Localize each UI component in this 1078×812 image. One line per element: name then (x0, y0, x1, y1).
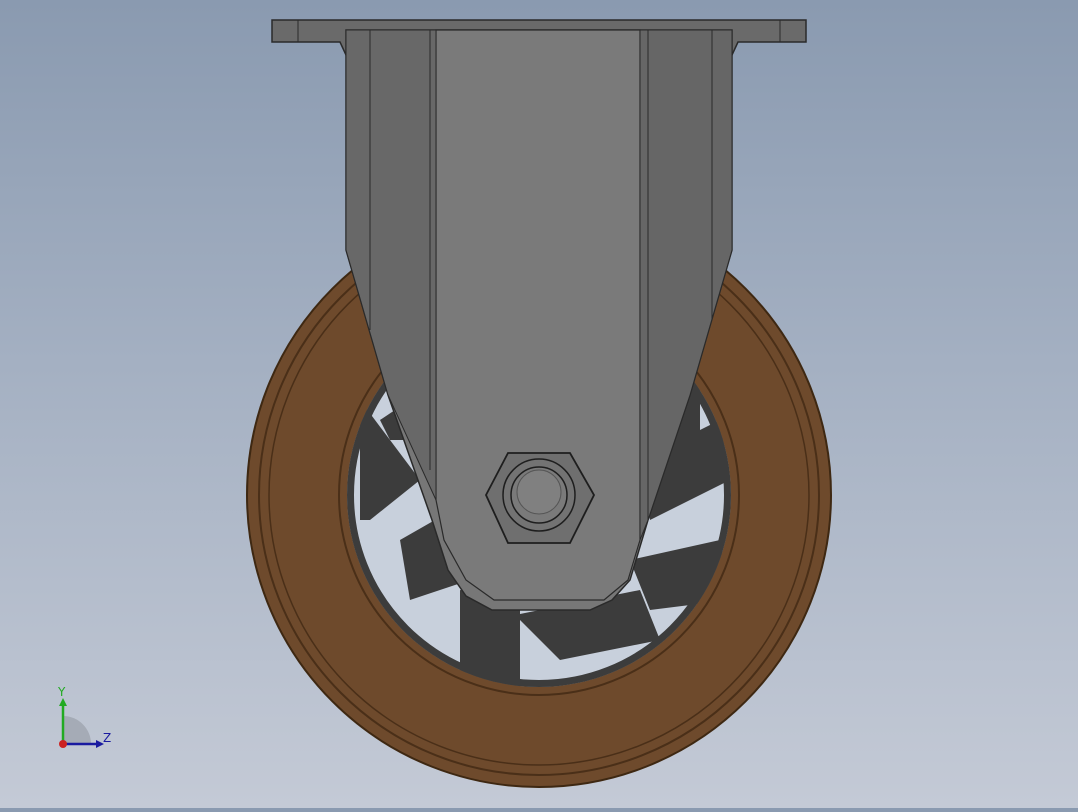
z-axis-label: Z (103, 731, 111, 745)
y-axis-label: Y (57, 685, 66, 699)
caster-model[interactable] (0, 0, 1078, 808)
origin-dot (59, 740, 67, 748)
orientation-triad: Y Z (48, 684, 118, 754)
cad-viewport[interactable] (0, 0, 1078, 808)
triad-quarter-disc (63, 716, 91, 744)
y-axis-arrow (59, 698, 67, 706)
